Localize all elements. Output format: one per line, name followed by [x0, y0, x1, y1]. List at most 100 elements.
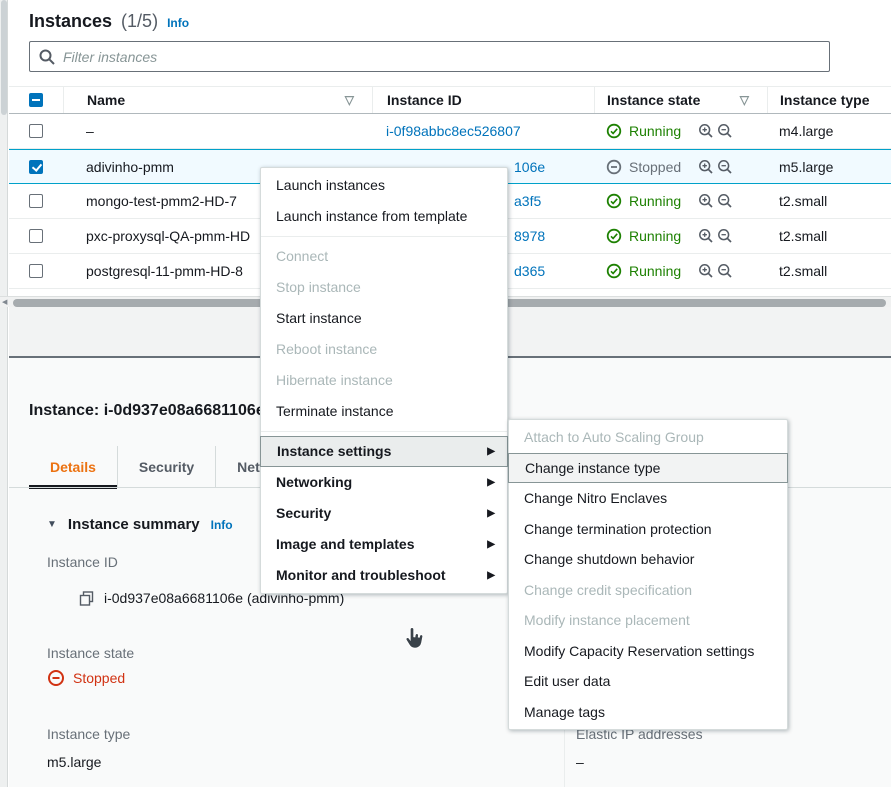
filter-zoom-in-icon[interactable] [698, 263, 714, 279]
submenu-item-change-credit-specification: Change credit specification [509, 575, 787, 606]
instance-state-text: Running [629, 228, 681, 244]
left-vertical-scrollbar-thumb[interactable] [1, 0, 7, 115]
submenu-item-modify-instance-placement: Modify instance placement [509, 605, 787, 636]
select-all-checkbox[interactable] [29, 93, 43, 107]
tab-security[interactable]: Security [117, 446, 215, 487]
filter-instances-input[interactable] [63, 49, 820, 65]
instance-state-value: Stopped [73, 670, 125, 686]
sort-icon-name[interactable]: ▽ [345, 93, 354, 107]
filter-zoom-out-icon[interactable] [717, 123, 733, 139]
elastic-ip-value: – [576, 754, 584, 770]
instance-type-value: m5.large [47, 754, 101, 770]
submenu-arrow-icon: ▶ [487, 560, 495, 591]
submenu-item-change-shutdown-behavior[interactable]: Change shutdown behavior [509, 544, 787, 575]
instance-id-link[interactable]: 106e [514, 159, 545, 175]
submenu-item-attach-to-auto-scaling-group: Attach to Auto Scaling Group [509, 422, 787, 453]
instance-state-text: Stopped [629, 159, 681, 175]
instance-name: postgresql-11-pmm-HD-8 [86, 263, 243, 279]
column-header-instance-id[interactable]: Instance ID [387, 92, 462, 108]
submenu-item-change-nitro-enclaves[interactable]: Change Nitro Enclaves [509, 483, 787, 514]
summary-info-link[interactable]: Info [211, 518, 233, 532]
running-state-icon [606, 228, 622, 244]
instance-state-text: Running [629, 263, 681, 279]
submenu-item-edit-user-data[interactable]: Edit user data [509, 666, 787, 697]
running-state-icon [606, 263, 622, 279]
table-header-row: Name ▽ Instance ID Instance state ▽ Instan… [9, 86, 891, 114]
instance-id-link[interactable]: i-0f98abbc8ec526807 [386, 123, 521, 139]
mouse-cursor-hand-icon [404, 626, 425, 653]
menu-item-start-instance[interactable]: Start instance [261, 303, 507, 334]
row-checkbox[interactable] [29, 229, 43, 243]
instance-id-link[interactable]: 8978 [514, 228, 545, 244]
tab-details[interactable]: Details [29, 446, 117, 487]
filter-zoom-in-icon[interactable] [698, 123, 714, 139]
instance-type-text: t2.small [779, 193, 827, 209]
column-header-name[interactable]: Name [87, 92, 125, 108]
submenu-item-change-termination-protection[interactable]: Change termination protection [509, 514, 787, 545]
submenu-item-manage-tags[interactable]: Manage tags [509, 697, 787, 728]
menu-item-launch-instances[interactable]: Launch instances [261, 170, 507, 201]
menu-item-launch-instance-from-template[interactable]: Launch instance from template [261, 201, 507, 232]
instance-id-link[interactable]: d365 [514, 263, 545, 279]
filter-zoom-out-icon[interactable] [717, 263, 733, 279]
search-icon [39, 49, 55, 65]
menu-item-reboot-instance: Reboot instance [261, 334, 507, 365]
instance-type-label: Instance type [47, 726, 130, 742]
page-header: Instances (1/5) Info [9, 0, 891, 32]
instance-name: mongo-test-pmm2-HD-7 [86, 193, 237, 209]
filter-zoom-in-icon[interactable] [698, 193, 714, 209]
table-row[interactable]: – i-0f98abbc8ec526807 Running m4.large [9, 114, 891, 149]
instance-id-label: Instance ID [47, 554, 118, 570]
instance-name: pxc-proxysql-QA-pmm-HD [86, 228, 250, 244]
menu-item-terminate-instance[interactable]: Terminate instance [261, 396, 507, 427]
menu-item-image-and-templates[interactable]: Image and templates▶ [261, 529, 507, 560]
instance-settings-submenu: Attach to Auto Scaling Group Change inst… [508, 419, 788, 730]
filter-zoom-in-icon[interactable] [698, 159, 714, 175]
menu-item-security[interactable]: Security▶ [261, 498, 507, 529]
row-checkbox[interactable] [29, 160, 43, 174]
instance-state-label: Instance state [47, 645, 134, 661]
menu-item-stop-instance: Stop instance [261, 272, 507, 303]
instance-state-value-row: Stopped [47, 669, 125, 687]
sort-icon-state[interactable]: ▽ [740, 93, 749, 107]
filter-zoom-out-icon[interactable] [717, 228, 733, 244]
page-title: Instances [29, 11, 112, 32]
filter-zoom-out-icon[interactable] [717, 159, 733, 175]
menu-item-networking[interactable]: Networking▶ [261, 467, 507, 498]
menu-item-monitor-and-troubleshoot[interactable]: Monitor and troubleshoot▶ [261, 560, 507, 591]
instance-state-text: Running [629, 193, 681, 209]
selection-count: (1/5) [121, 11, 158, 32]
instance-state-text: Running [629, 123, 681, 139]
submenu-item-change-instance-type[interactable]: Change instance type [508, 453, 788, 484]
row-checkbox[interactable] [29, 194, 43, 208]
filter-zoom-in-icon[interactable] [698, 228, 714, 244]
submenu-arrow-icon: ▶ [487, 498, 495, 529]
submenu-arrow-icon: ▶ [487, 437, 495, 466]
row-checkbox[interactable] [29, 264, 43, 278]
column-header-instance-type[interactable]: Instance type [780, 92, 869, 108]
row-checkbox[interactable] [29, 124, 43, 138]
scroll-left-arrow-icon[interactable]: ◀ [2, 298, 7, 308]
instance-summary-header: ▼ Instance summary Info [47, 516, 233, 533]
filter-box[interactable] [29, 41, 830, 72]
collapse-caret-icon[interactable]: ▼ [47, 519, 57, 530]
stopped-state-icon [47, 669, 65, 687]
menu-item-hibernate-instance: Hibernate instance [261, 365, 507, 396]
instances-info-link[interactable]: Info [167, 16, 189, 30]
menu-divider [261, 431, 507, 432]
instance-type-text: t2.small [779, 263, 827, 279]
filter-zoom-out-icon[interactable] [717, 193, 733, 209]
column-header-instance-state[interactable]: Instance state [607, 92, 700, 108]
ec2-console-screen: Instances (1/5) Info Name ▽ Instance ID I… [0, 0, 891, 787]
submenu-arrow-icon: ▶ [487, 529, 495, 560]
copy-icon[interactable] [79, 591, 94, 606]
menu-divider [261, 236, 507, 237]
instance-summary-title: Instance summary [68, 516, 200, 533]
instance-type-text: t2.small [779, 228, 827, 244]
menu-item-instance-settings[interactable]: Instance settings▶ [260, 436, 508, 467]
instance-id-link[interactable]: a3f5 [514, 193, 541, 209]
submenu-arrow-icon: ▶ [487, 467, 495, 498]
submenu-item-modify-capacity-reservation-settings[interactable]: Modify Capacity Reservation settings [509, 636, 787, 667]
instance-type-text: m5.large [779, 159, 833, 175]
left-vertical-scrollbar[interactable] [0, 0, 8, 787]
